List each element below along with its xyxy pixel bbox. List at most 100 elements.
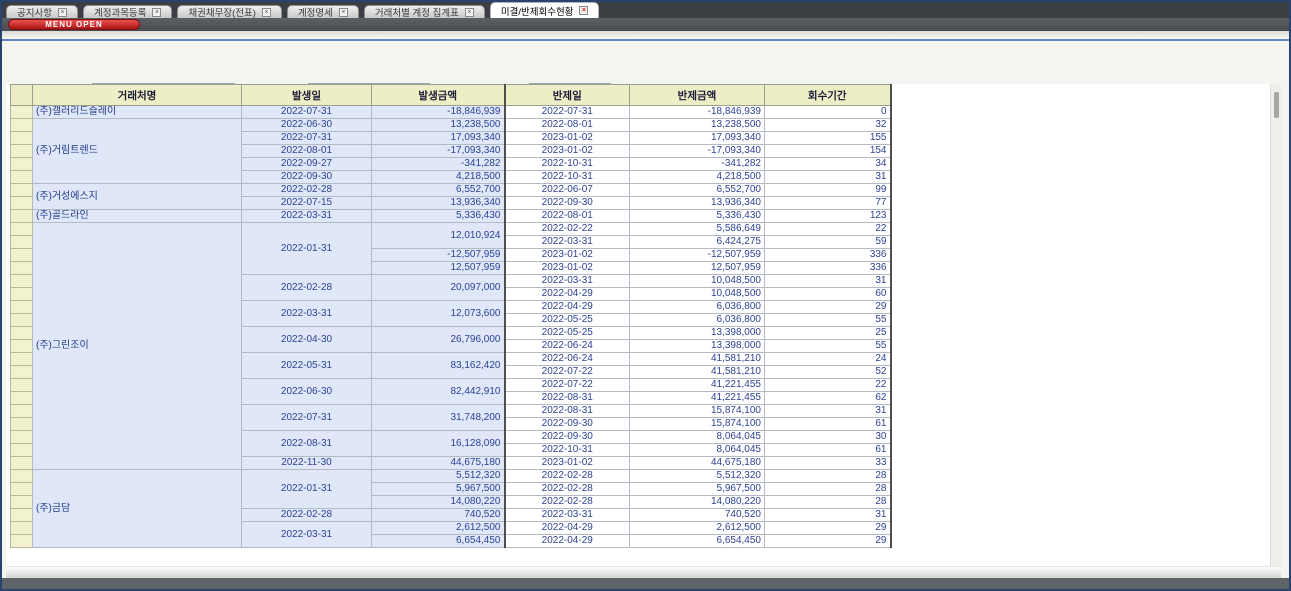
repay-amount-cell[interactable]: 10,048,500 — [630, 275, 765, 288]
occur-amount-cell[interactable]: -12,507,959 — [372, 249, 505, 262]
collection-days-cell[interactable]: 62 — [765, 392, 891, 405]
vertical-scrollbar[interactable] — [1270, 84, 1281, 566]
collection-days-cell[interactable]: 61 — [765, 444, 891, 457]
repay-amount-cell[interactable]: 8,064,045 — [630, 444, 765, 457]
repay-date-cell[interactable]: 2022-06-24 — [505, 353, 630, 366]
menu-open-button[interactable]: MENU OPEN — [8, 19, 140, 30]
repay-amount-cell[interactable]: 6,424,275 — [630, 236, 765, 249]
occur-amount-cell[interactable]: 5,336,430 — [372, 210, 505, 223]
collection-days-cell[interactable]: 60 — [765, 288, 891, 301]
row-selector-cell[interactable] — [11, 171, 33, 184]
repay-date-cell[interactable]: 2022-08-31 — [505, 392, 630, 405]
row-selector-cell[interactable] — [11, 496, 33, 509]
row-selector-cell[interactable] — [11, 535, 33, 548]
row-selector-cell[interactable] — [11, 223, 33, 236]
collection-days-cell[interactable]: 24 — [765, 353, 891, 366]
row-selector-cell[interactable] — [11, 431, 33, 444]
row-selector-cell[interactable] — [11, 236, 33, 249]
collection-days-cell[interactable]: 336 — [765, 249, 891, 262]
occur-date-cell[interactable]: 2022-02-28 — [242, 275, 372, 301]
repay-date-cell[interactable]: 2022-08-01 — [505, 210, 630, 223]
row-selector-cell[interactable] — [11, 509, 33, 522]
occur-date-cell[interactable]: 2022-07-31 — [242, 132, 372, 145]
repay-amount-cell[interactable]: 6,036,800 — [630, 301, 765, 314]
row-selector-cell[interactable] — [11, 197, 33, 210]
close-icon[interactable]: × — [339, 8, 348, 17]
occur-amount-cell[interactable]: 5,512,320 — [372, 470, 505, 483]
repay-date-cell[interactable]: 2023-01-02 — [505, 262, 630, 275]
collection-days-cell[interactable]: 28 — [765, 483, 891, 496]
tab-4[interactable]: 계정명세× — [287, 5, 359, 18]
repay-date-cell[interactable]: 2022-02-28 — [505, 483, 630, 496]
repay-date-cell[interactable]: 2022-03-31 — [505, 275, 630, 288]
occur-amount-cell[interactable]: 740,520 — [372, 509, 505, 522]
collection-days-cell[interactable]: 55 — [765, 340, 891, 353]
customer-cell[interactable]: (주)거림트렌드 — [33, 119, 242, 184]
repay-date-cell[interactable]: 2023-01-02 — [505, 132, 630, 145]
occur-amount-cell[interactable]: 2,612,500 — [372, 522, 505, 535]
repay-amount-cell[interactable]: 14,080,220 — [630, 496, 765, 509]
row-selector-cell[interactable] — [11, 483, 33, 496]
collection-days-cell[interactable]: 99 — [765, 184, 891, 197]
repay-amount-cell[interactable]: 740,520 — [630, 509, 765, 522]
repay-date-cell[interactable]: 2022-09-30 — [505, 431, 630, 444]
occur-date-cell[interactable]: 2022-07-15 — [242, 197, 372, 210]
occur-amount-cell[interactable]: 82,442,910 — [372, 379, 505, 405]
tab-6[interactable]: 미결/반제회수현황× — [490, 2, 600, 18]
collection-days-cell[interactable]: 30 — [765, 431, 891, 444]
collection-days-cell[interactable]: 31 — [765, 171, 891, 184]
collection-days-cell[interactable]: 336 — [765, 262, 891, 275]
close-icon[interactable]: × — [579, 6, 588, 15]
occur-amount-cell[interactable]: 20,097,000 — [372, 275, 505, 301]
occur-amount-cell[interactable]: 83,162,420 — [372, 353, 505, 379]
repay-date-cell[interactable]: 2022-08-31 — [505, 405, 630, 418]
row-selector-cell[interactable] — [11, 457, 33, 470]
collection-days-cell[interactable]: 52 — [765, 366, 891, 379]
collection-days-cell[interactable]: 154 — [765, 145, 891, 158]
repay-amount-cell[interactable]: 13,398,000 — [630, 327, 765, 340]
repay-date-cell[interactable]: 2022-07-22 — [505, 379, 630, 392]
occur-amount-cell[interactable]: 13,238,500 — [372, 119, 505, 132]
repay-amount-cell[interactable]: -341,282 — [630, 158, 765, 171]
occur-amount-cell[interactable]: -17,093,340 — [372, 145, 505, 158]
repay-date-cell[interactable]: 2022-10-31 — [505, 158, 630, 171]
repay-amount-cell[interactable]: 41,221,455 — [630, 392, 765, 405]
occur-date-cell[interactable]: 2022-03-31 — [242, 210, 372, 223]
repay-amount-cell[interactable]: 5,512,320 — [630, 470, 765, 483]
row-selector-cell[interactable] — [11, 366, 33, 379]
row-selector-cell[interactable] — [11, 392, 33, 405]
occur-amount-cell[interactable]: 31,748,200 — [372, 405, 505, 431]
occur-amount-cell[interactable]: 13,936,340 — [372, 197, 505, 210]
occur-amount-cell[interactable]: 26,796,000 — [372, 327, 505, 353]
close-icon[interactable]: × — [465, 8, 474, 17]
repay-date-cell[interactable]: 2022-06-07 — [505, 184, 630, 197]
occur-date-cell[interactable]: 2022-02-28 — [242, 509, 372, 522]
collection-days-cell[interactable]: 59 — [765, 236, 891, 249]
repay-date-cell[interactable]: 2022-07-31 — [505, 106, 630, 119]
repay-amount-cell[interactable]: 6,552,700 — [630, 184, 765, 197]
collection-days-cell[interactable]: 61 — [765, 418, 891, 431]
repay-amount-cell[interactable]: -18,846,939 — [630, 106, 765, 119]
repay-amount-cell[interactable]: 8,064,045 — [630, 431, 765, 444]
repay-amount-cell[interactable]: 5,336,430 — [630, 210, 765, 223]
occur-date-cell[interactable]: 2022-06-30 — [242, 119, 372, 132]
collection-days-cell[interactable]: 28 — [765, 470, 891, 483]
close-icon[interactable]: × — [152, 8, 161, 17]
row-selector-cell[interactable] — [11, 158, 33, 171]
customer-cell[interactable]: (주)그린조이 — [33, 223, 242, 470]
row-selector-cell[interactable] — [11, 119, 33, 132]
occur-amount-cell[interactable]: 44,675,180 — [372, 457, 505, 470]
row-selector-cell[interactable] — [11, 275, 33, 288]
repay-amount-cell[interactable]: 4,218,500 — [630, 171, 765, 184]
repay-amount-cell[interactable]: 12,507,959 — [630, 262, 765, 275]
close-icon[interactable]: × — [262, 8, 271, 17]
tab-3[interactable]: 채권채무장(전표)× — [177, 5, 282, 18]
row-selector-cell[interactable] — [11, 132, 33, 145]
customer-cell[interactable]: (주)거성에스지 — [33, 184, 242, 210]
collection-days-cell[interactable]: 22 — [765, 379, 891, 392]
repay-amount-cell[interactable]: 6,654,450 — [630, 535, 765, 548]
repay-amount-cell[interactable]: 41,221,455 — [630, 379, 765, 392]
repay-date-cell[interactable]: 2022-09-30 — [505, 197, 630, 210]
repay-amount-cell[interactable]: 41,581,210 — [630, 353, 765, 366]
row-selector-cell[interactable] — [11, 210, 33, 223]
